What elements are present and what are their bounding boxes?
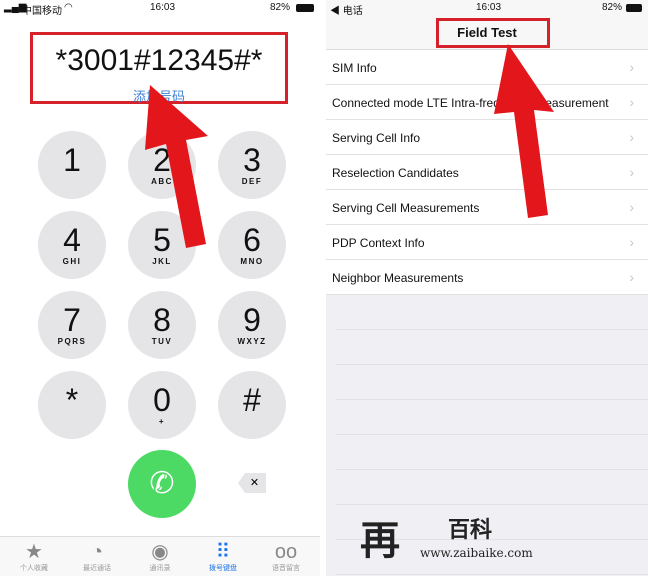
annotation-arrows bbox=[145, 44, 554, 248]
watermark-text: 百科 bbox=[448, 517, 493, 543]
red-arrow-right bbox=[494, 44, 554, 218]
watermark-logo: 再 bbox=[360, 517, 400, 564]
red-arrow-left bbox=[145, 85, 208, 248]
watermark-url: www.zaibaike.com bbox=[420, 546, 533, 560]
